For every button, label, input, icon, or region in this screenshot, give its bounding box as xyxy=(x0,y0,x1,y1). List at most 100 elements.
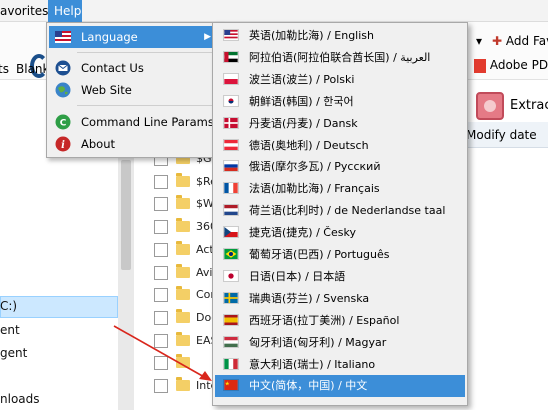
language-item-kr[interactable]: 朝鲜语(韩国) / 한국어 xyxy=(215,91,465,113)
folder-icon xyxy=(176,195,190,210)
row-checkbox[interactable] xyxy=(154,197,168,212)
cn-flag-icon xyxy=(223,379,239,392)
language-item-cn[interactable]: 中文(简体，中国) / 中文 xyxy=(215,375,465,398)
menu-item-language[interactable]: Language ▶ xyxy=(49,26,219,48)
menu-item-about[interactable]: i About xyxy=(49,133,219,155)
folder-icon xyxy=(176,308,190,323)
language-item-es[interactable]: 西班牙语(拉丁美洲) / Español xyxy=(215,310,465,332)
info-icon: i xyxy=(55,136,71,152)
language-item-se[interactable]: 瑞典语(芬兰) / Svenska xyxy=(215,288,465,310)
language-submenu: 英语(加勒比海) / English 阿拉伯语(阿拉伯联合酋长国) / العرب… xyxy=(212,22,468,406)
cz-flag-icon xyxy=(223,226,239,239)
language-item-label: 匈牙利语(匈牙利) / Magyar xyxy=(249,335,387,349)
language-item-label: 德语(奥地利) / Deutsch xyxy=(249,138,369,152)
kr-flag-icon xyxy=(223,94,239,107)
language-item-label: 葡萄牙语(巴西) / Português xyxy=(249,248,390,261)
dropdown-arrow-icon[interactable]: ▾ xyxy=(476,30,482,52)
add-favorite-button[interactable]: ✚ Add Fav xyxy=(492,30,548,52)
language-item-label: 英语(加勒比海) / English xyxy=(249,29,375,42)
language-item-jp[interactable]: 日语(日本) / 日本語 xyxy=(215,266,465,288)
folder-icon xyxy=(176,286,190,301)
folder-icon xyxy=(176,172,190,187)
tree-item[interactable]: ent xyxy=(0,323,20,337)
menu-bar: avorites Help xyxy=(0,0,548,22)
language-item-label: 丹麦语(丹麦) / Dansk xyxy=(249,116,358,130)
language-item-label: 日语(日本) / 日本語 xyxy=(249,269,346,283)
menu-item-website-label: Web Site xyxy=(81,83,132,97)
tree-item[interactable]: nloads xyxy=(0,392,40,406)
language-item-label: 朝鲜语(韩国) / 한국어 xyxy=(249,94,354,108)
help-menu: Language ▶ Contact Us Web Site C Command… xyxy=(46,22,222,158)
menu-item-command-line[interactable]: C Command Line Params xyxy=(49,111,219,133)
row-checkbox[interactable] xyxy=(154,242,168,257)
language-item-cz[interactable]: 捷克语(捷克) / Česky xyxy=(215,222,465,244)
folder-icon xyxy=(176,354,190,369)
menu-help[interactable]: Help xyxy=(48,0,82,22)
row-checkbox[interactable] xyxy=(154,174,168,189)
menu-separator xyxy=(77,52,217,53)
row-checkbox[interactable] xyxy=(154,333,168,348)
hu-flag-icon xyxy=(223,335,239,348)
tree-item-selected[interactable] xyxy=(0,296,118,318)
at-flag-icon xyxy=(223,138,239,151)
row-checkbox[interactable] xyxy=(154,288,168,303)
tree-item-drive[interactable]: C:) xyxy=(0,299,17,313)
language-item-label: 意大利语(瑞士) / Italiano xyxy=(249,357,376,371)
tree-item[interactable]: gent xyxy=(0,346,27,360)
ru-flag-icon xyxy=(223,160,239,173)
jp-flag-icon xyxy=(223,269,239,282)
language-item-at[interactable]: 德语(奥地利) / Deutsch xyxy=(215,135,465,157)
extract-button[interactable]: Extract xyxy=(510,98,548,113)
br-flag-icon xyxy=(223,248,239,260)
pl-flag-icon xyxy=(223,72,239,85)
folder-icon xyxy=(176,218,190,233)
language-item-label: 荷兰语(比利时) / de Nederlandse taal xyxy=(249,204,446,218)
row-checkbox[interactable] xyxy=(154,356,168,371)
menu-item-cmdline-label: Command Line Params xyxy=(81,115,214,129)
language-item-nl[interactable]: 荷兰语(比利时) / de Nederlandse taal xyxy=(215,200,465,222)
tree-scrollbar-thumb[interactable] xyxy=(121,160,131,270)
extract-icon[interactable] xyxy=(476,92,504,120)
language-item-us[interactable]: 英语(加勒比海) / English xyxy=(215,25,465,47)
menu-item-contact-us[interactable]: Contact Us xyxy=(49,57,219,79)
adobe-pdf-button[interactable]: Adobe PDF xyxy=(474,54,548,76)
language-item-br[interactable]: 葡萄牙语(巴西) / Português xyxy=(215,244,465,266)
language-item-ru[interactable]: 俄语(摩尔多瓦) / Русский xyxy=(215,156,465,178)
fr-flag-icon xyxy=(223,182,239,195)
folder-icon xyxy=(176,240,190,255)
menu-item-about-label: About xyxy=(81,137,116,151)
menu-separator xyxy=(77,105,217,106)
language-item-label: 西班牙语(拉丁美洲) / Español xyxy=(249,313,400,327)
ae-flag-icon xyxy=(223,50,239,63)
row-checkbox[interactable] xyxy=(154,265,168,280)
star-icon: ✚ xyxy=(492,34,503,48)
language-item-pl[interactable]: 波兰语(波兰) / Polski xyxy=(215,69,465,91)
row-checkbox[interactable] xyxy=(154,220,168,235)
language-item-dk[interactable]: 丹麦语(丹麦) / Dansk xyxy=(215,113,465,135)
language-item-hu[interactable]: 匈牙利语(匈牙利) / Magyar xyxy=(215,332,465,354)
svg-text:i: i xyxy=(61,140,65,151)
dk-flag-icon xyxy=(223,116,239,129)
column-modify-date[interactable]: Modify date xyxy=(466,128,537,142)
row-checkbox[interactable] xyxy=(154,379,168,393)
us-flag-icon xyxy=(55,31,71,43)
language-item-it[interactable]: 意大利语(瑞士) / Italiano xyxy=(215,354,465,376)
command-line-icon: C xyxy=(55,114,71,130)
row-checkbox[interactable] xyxy=(154,310,168,325)
pdf-icon xyxy=(474,58,486,73)
toolbar-tasks-label[interactable]: ts xyxy=(0,62,9,76)
folder-icon xyxy=(176,263,190,278)
menu-item-language-label: Language xyxy=(81,30,138,44)
language-item-fr[interactable]: 法语(加勒比海) / Français xyxy=(215,178,465,200)
es-flag-icon xyxy=(223,313,239,326)
menu-favorites[interactable]: avorites xyxy=(0,0,54,22)
menu-item-web-site[interactable]: Web Site xyxy=(49,79,219,101)
submenu-arrow-icon: ▶ xyxy=(204,32,211,42)
us-flag-icon xyxy=(223,29,239,41)
nl-flag-icon xyxy=(223,204,239,217)
it-flag-icon xyxy=(223,357,239,370)
mail-icon xyxy=(55,60,71,76)
language-item-ae[interactable]: 阿拉伯语(阿拉伯联合酋长国) / العربية xyxy=(215,47,465,69)
language-item-label: 阿拉伯语(阿拉伯联合酋长国) / العربية xyxy=(249,50,431,64)
folder-tree xyxy=(0,122,118,410)
